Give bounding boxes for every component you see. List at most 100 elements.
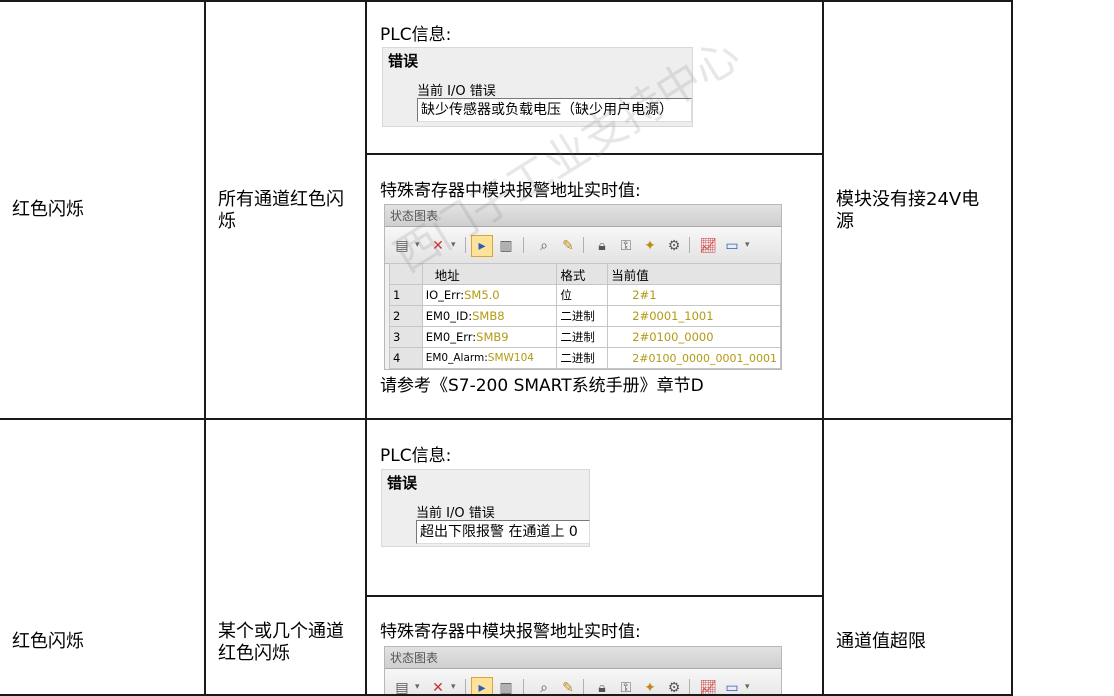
chevron-down-icon[interactable]: ▾: [745, 235, 750, 255]
toolbar-separator: [465, 679, 466, 694]
column-divider: [1011, 0, 1013, 696]
row-index: 3: [389, 326, 423, 348]
read-forced-icon[interactable]: ⚙: [663, 677, 685, 694]
address: SMB9: [476, 330, 509, 344]
symbol-name: EM0_Alarm:: [425, 352, 488, 364]
value-cell: 2#0100_0000: [607, 326, 781, 348]
format-cell[interactable]: 二进制: [556, 305, 609, 327]
column-divider: [822, 0, 824, 696]
table-row[interactable]: 4 EM0_Alarm:SMW104 二进制 2#0100_0000_0001_…: [389, 347, 781, 369]
chevron-down-icon[interactable]: ▾: [745, 677, 750, 694]
toolbar-separator: [689, 679, 690, 694]
insert-icon[interactable]: ▤: [391, 235, 413, 257]
write-pencil-icon[interactable]: ✎: [557, 235, 579, 257]
status-chart-title: 状态图表: [385, 205, 781, 227]
status-chart-toolbar: ▤ ▾ ✕ ▾ ▸ ▥ ⌕ ✎ 🔒︎ ⚿ ✦ ⚙ 📈︎ ▭ ▾: [385, 227, 781, 264]
error-heading: 错误: [387, 474, 418, 492]
format-cell[interactable]: 位: [556, 284, 609, 306]
monitor-start-icon[interactable]: ▸: [471, 677, 493, 694]
monitor-pause-icon[interactable]: ▥: [495, 235, 517, 257]
address: SMW104: [487, 352, 534, 364]
value-cell: 2#0001_1001: [607, 305, 781, 327]
table-row[interactable]: 3 EM0_Err:SMB9 二进制 2#0100_0000: [389, 326, 781, 348]
column-divider: [365, 0, 367, 696]
value-cell: 2#0100_0000_0001_0001: [607, 347, 781, 369]
unforce-icon[interactable]: ⚿: [615, 235, 637, 257]
status-chart: 状态图表 ▤ ▾ ✕ ▾ ▸ ▥ ⌕ ✎ 🔒︎ ⚿ ✦ ⚙ 📈︎ ▭ ▾ 地址 …: [384, 204, 782, 370]
cause-cell: 模块没有接24V电源: [836, 189, 980, 232]
address-cell[interactable]: EM0_Err:SMB9: [421, 326, 558, 348]
address-cell[interactable]: IO_Err:SM5.0: [421, 284, 558, 306]
row-index: 2: [389, 305, 423, 327]
current-io-error-label: 当前 I/O 错误: [417, 84, 496, 99]
read-icon[interactable]: ⌕: [533, 677, 555, 694]
table-header-row: 地址 格式 当前值: [389, 263, 781, 285]
force-lock-icon[interactable]: 🔒︎: [591, 235, 613, 257]
address-cell[interactable]: EM0_Alarm:SMW104: [421, 347, 558, 369]
manual-reference: 请参考《S7-200 SMART系统手册》章节D: [380, 376, 704, 396]
plc-info-title: PLC信息:: [380, 25, 452, 45]
special-register-title: 特殊寄存器中模块报警地址实时值:: [380, 622, 641, 642]
io-error-panel: 错误 当前 I/O 错误 缺少传感器或负载电压（缺少用户电源）: [382, 47, 693, 127]
index-header: [389, 263, 423, 285]
format-cell[interactable]: 二进制: [556, 326, 609, 348]
row-divider: [0, 0, 1013, 2]
format-header: 格式: [556, 263, 609, 285]
chevron-down-icon[interactable]: ▾: [415, 677, 420, 694]
chevron-down-icon[interactable]: ▾: [451, 677, 456, 694]
write-pencil-icon[interactable]: ✎: [557, 677, 579, 694]
unforce-all-icon[interactable]: ✦: [639, 235, 661, 257]
toolbar-separator: [583, 237, 584, 253]
delete-icon[interactable]: ✕: [427, 677, 449, 694]
toolbar-separator: [465, 237, 466, 253]
insert-icon[interactable]: ▤: [391, 677, 413, 694]
status-chart: 状态图表 ▤ ▾ ✕ ▾ ▸ ▥ ⌕ ✎ 🔒︎ ⚿ ✦ ⚙ 📈︎ ▭ ▾: [384, 646, 782, 694]
description-cell: 某个或几个通道红色闪烁: [218, 621, 344, 664]
led-state-cell: 红色闪烁: [12, 199, 84, 220]
description-cell: 所有通道红色闪烁: [218, 189, 344, 232]
status-chart-table: 地址 格式 当前值 1 IO_Err:SM5.0 位 2#1 2 EM0_ID:…: [389, 263, 781, 369]
row-divider: [0, 418, 1013, 420]
column-divider: [204, 0, 206, 696]
io-error-panel: 错误 当前 I/O 错误 超出下限报警 在通道上 0: [381, 469, 590, 547]
read-forced-icon[interactable]: ⚙: [663, 235, 685, 257]
symbol-name: EM0_ID:: [425, 309, 473, 323]
special-register-title: 特殊寄存器中模块报警地址实时值:: [380, 181, 641, 201]
address-cell[interactable]: EM0_ID:SMB8: [421, 305, 558, 327]
toolbar-separator: [523, 237, 524, 253]
symbol-name: EM0_Err:: [425, 330, 477, 344]
cause-cell: 通道值超限: [836, 631, 926, 652]
trend-chart-icon[interactable]: 📈︎: [697, 677, 719, 694]
table-row[interactable]: 2 EM0_ID:SMB8 二进制 2#0001_1001: [389, 305, 781, 327]
symbol-name: IO_Err:: [425, 288, 465, 302]
delete-icon[interactable]: ✕: [427, 235, 449, 257]
error-heading: 错误: [388, 52, 419, 70]
address: SM5.0: [464, 288, 500, 302]
monitor-start-icon[interactable]: ▸: [471, 235, 493, 257]
view-option-icon[interactable]: ▭: [721, 677, 743, 694]
unforce-icon[interactable]: ⚿: [615, 677, 637, 694]
trend-chart-icon[interactable]: 📈︎: [697, 235, 719, 257]
current-io-error-label: 当前 I/O 错误: [416, 506, 495, 521]
view-option-icon[interactable]: ▭: [721, 235, 743, 257]
row-divider: [365, 153, 824, 155]
current-io-error-field: 缺少传感器或负载电压（缺少用户电源）: [417, 98, 692, 122]
row-index: 4: [389, 347, 423, 369]
monitor-pause-icon[interactable]: ▥: [495, 677, 517, 694]
row-index: 1: [389, 284, 423, 306]
led-state-cell: 红色闪烁: [12, 631, 84, 652]
row-divider: [365, 595, 824, 597]
current-value-header: 当前值: [607, 263, 781, 285]
chevron-down-icon[interactable]: ▾: [451, 235, 456, 255]
chevron-down-icon[interactable]: ▾: [415, 235, 420, 255]
force-lock-icon[interactable]: 🔒︎: [591, 677, 613, 694]
format-cell[interactable]: 二进制: [556, 347, 609, 369]
table-row[interactable]: 1 IO_Err:SM5.0 位 2#1: [389, 284, 781, 306]
read-icon[interactable]: ⌕: [533, 235, 555, 257]
address: SMB8: [472, 309, 505, 323]
plc-info-title: PLC信息:: [380, 446, 452, 466]
toolbar-separator: [523, 679, 524, 694]
toolbar-separator: [689, 237, 690, 253]
current-io-error-field: 超出下限报警 在通道上 0: [416, 520, 590, 544]
unforce-all-icon[interactable]: ✦: [639, 677, 661, 694]
